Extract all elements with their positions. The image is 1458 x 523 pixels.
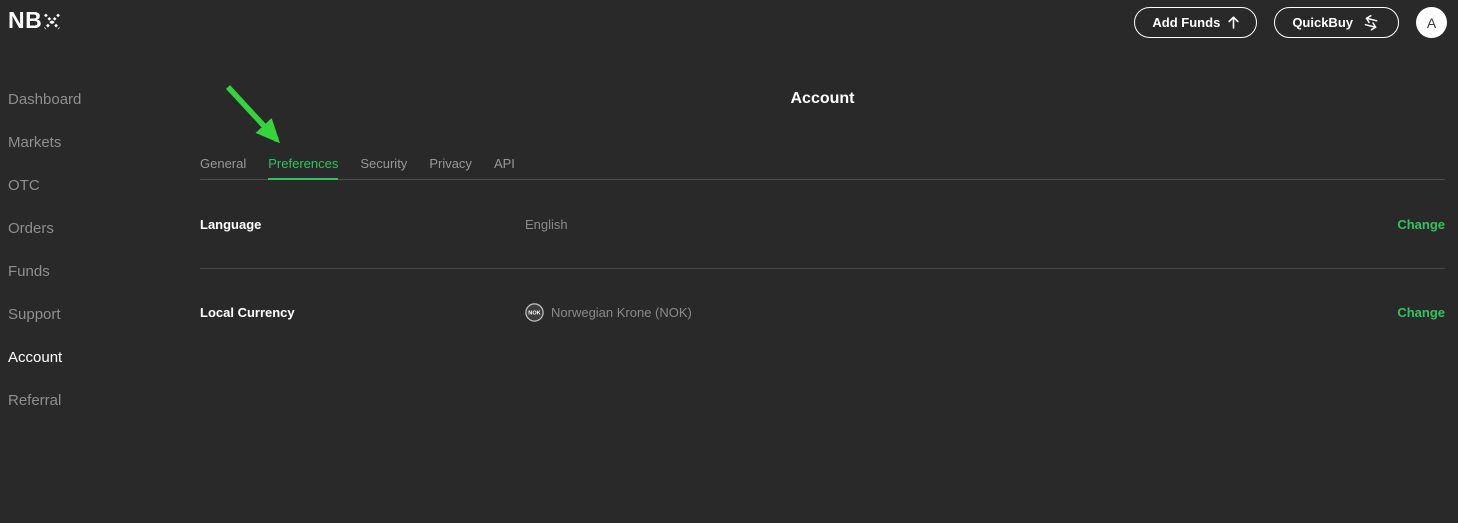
sidebar-item-account[interactable]: Account [8,336,188,379]
add-funds-button[interactable]: Add Funds [1134,7,1258,38]
quickbuy-button[interactable]: QuickBuy [1274,7,1399,38]
sidebar-item-otc[interactable]: OTC [8,164,188,207]
local-currency-change-button[interactable]: Change [1397,305,1445,320]
page-title: Account [790,90,855,107]
local-currency-label: Local Currency [200,305,295,320]
add-funds-label: Add Funds [1152,15,1221,30]
language-value: English [525,216,568,232]
account-tabs: General Preferences Security Privacy API [200,154,1445,180]
tab-api[interactable]: API [494,154,515,179]
sidebar-item-support[interactable]: Support [8,293,188,336]
sidebar-item-markets[interactable]: Markets [8,121,188,164]
language-label: Language [200,216,262,232]
avatar[interactable]: A [1416,7,1447,38]
nbx-logo-text: NB [8,7,43,33]
sidebar-item-dashboard[interactable]: Dashboard [8,78,188,121]
tab-security[interactable]: Security [360,154,407,179]
header-actions: Add Funds QuickBuy A [1134,7,1447,38]
sidebar: Dashboard Markets OTC Orders Funds Suppo… [8,78,188,422]
nok-coin-icon: NOK [525,303,544,322]
sidebar-item-referral[interactable]: Referral [8,379,188,422]
tab-privacy[interactable]: Privacy [429,154,472,179]
language-row: Language English Change [200,180,1445,268]
local-currency-value: NOK Norwegian Krone (NOK) [525,303,1397,322]
nbx-logo[interactable]: NB [8,7,61,34]
sidebar-item-orders[interactable]: Orders [8,207,188,250]
tab-preferences[interactable]: Preferences [268,154,339,180]
preferences-settings: Language English Change Local Currency N… [200,180,1445,356]
language-change-button[interactable]: Change [1397,217,1445,232]
arrow-up-icon [1228,16,1239,29]
nbx-logo-x-icon [44,13,61,30]
svg-text:NOK: NOK [528,311,540,317]
avatar-initial: A [1426,14,1437,31]
tab-general[interactable]: General [200,154,246,179]
sidebar-item-funds[interactable]: Funds [8,250,188,293]
local-currency-row: Local Currency NOK Norwegian Krone (NOK)… [200,268,1445,356]
swap-arrows-icon [1364,14,1378,31]
nbx-account-page: NB Add Funds QuickBuy A Dashboard Market… [0,0,1458,523]
quickbuy-label: QuickBuy [1292,15,1353,30]
